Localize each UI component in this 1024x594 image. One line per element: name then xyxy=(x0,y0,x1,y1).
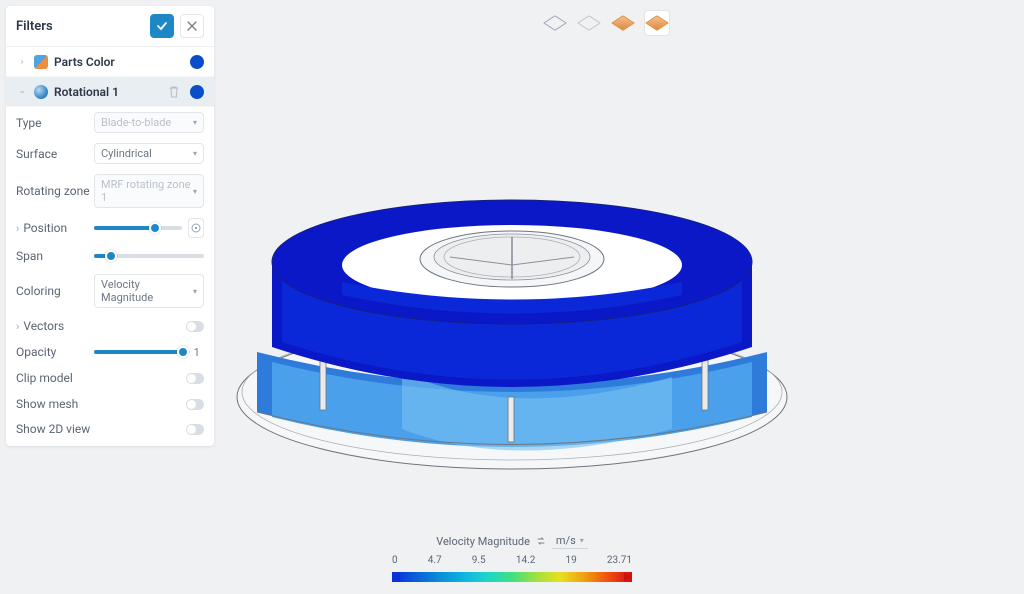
legend-tick: 23.71 xyxy=(607,555,632,566)
select-value: Cylindrical xyxy=(101,147,152,160)
control-vectors: Vectors xyxy=(6,313,214,339)
control-label: Show 2D view xyxy=(16,422,186,436)
filter-item-parts-color[interactable]: › Parts Color xyxy=(6,47,214,77)
control-coloring: Coloring Velocity Magnitude ▾ xyxy=(6,269,214,313)
legend-tick: 19 xyxy=(565,555,576,566)
parts-color-icon xyxy=(34,55,48,69)
legend-unit-select[interactable]: m/s ▾ xyxy=(552,533,588,549)
surface-select[interactable]: Cylindrical ▾ xyxy=(94,143,204,164)
color-legend: Velocity Magnitude m/s ▾ 0 4.7 9.5 14.2 … xyxy=(392,533,632,582)
color-dot[interactable] xyxy=(190,85,204,99)
control-label[interactable]: Position xyxy=(16,221,94,235)
close-icon xyxy=(187,21,197,31)
type-select[interactable]: Blade-to-blade ▾ xyxy=(94,112,204,133)
legend-tick: 14.2 xyxy=(516,555,536,566)
show-mesh-toggle[interactable] xyxy=(186,399,204,410)
filters-panel-header: Filters xyxy=(6,6,214,47)
select-value: Velocity Magnitude xyxy=(101,278,193,304)
rotational-icon xyxy=(34,85,48,99)
control-label: Coloring xyxy=(16,284,94,298)
select-value: MRF rotating zone 1 xyxy=(101,178,193,204)
control-rotating-zone: Rotating zone MRF rotating zone 1 ▾ xyxy=(6,169,214,213)
control-surface: Surface Cylindrical ▾ xyxy=(6,138,214,169)
legend-title: Velocity Magnitude xyxy=(436,535,530,548)
control-opacity: Opacity 1 xyxy=(6,339,214,365)
filter-item-label: Rotational 1 xyxy=(54,85,168,99)
rotating-zone-select[interactable]: MRF rotating zone 1 ▾ xyxy=(94,174,204,208)
close-panel-button[interactable] xyxy=(180,14,204,38)
show-2d-toggle[interactable] xyxy=(186,424,204,435)
control-show-2d: Show 2D view xyxy=(6,417,214,446)
control-label: Span xyxy=(16,249,94,263)
chevron-down-icon: ▾ xyxy=(580,536,584,545)
chevron-down-icon: › xyxy=(17,86,27,98)
legend-ticks: 0 4.7 9.5 14.2 19 23.71 xyxy=(392,555,632,566)
chevron-down-icon: ▾ xyxy=(193,287,197,296)
control-type: Type Blade-to-blade ▾ xyxy=(6,107,214,138)
filters-panel-title: Filters xyxy=(16,19,144,34)
control-label: Opacity xyxy=(16,345,94,359)
filter-item-rotational[interactable]: › Rotational 1 xyxy=(6,77,214,107)
control-label: Surface xyxy=(16,147,94,161)
control-label: Clip model xyxy=(16,371,186,385)
legend-color-bar xyxy=(392,572,632,582)
chevron-down-icon: ▾ xyxy=(193,149,197,158)
position-slider[interactable] xyxy=(94,226,182,230)
chevron-down-icon: ▾ xyxy=(193,187,197,196)
legend-tick: 9.5 xyxy=(472,555,486,566)
control-label: Type xyxy=(16,116,94,130)
view-textured-edges-button[interactable] xyxy=(644,10,670,36)
delete-filter-button[interactable] xyxy=(168,85,182,99)
control-label: Show mesh xyxy=(16,397,186,411)
target-icon xyxy=(190,222,202,234)
check-icon xyxy=(156,20,168,32)
coloring-select[interactable]: Velocity Magnitude ▾ xyxy=(94,274,204,308)
trash-icon xyxy=(168,85,180,98)
span-slider[interactable] xyxy=(94,254,204,258)
pick-position-button[interactable] xyxy=(188,218,204,238)
view-textured-button[interactable] xyxy=(610,10,636,36)
chevron-right-icon: › xyxy=(16,57,28,67)
apply-filters-button[interactable] xyxy=(150,14,174,38)
control-show-mesh: Show mesh xyxy=(6,391,214,417)
control-position: Position xyxy=(6,213,214,243)
legend-tick: 4.7 xyxy=(428,555,442,566)
control-span: Span xyxy=(6,243,214,269)
color-dot[interactable] xyxy=(190,55,204,69)
select-value: Blade-to-blade xyxy=(101,116,171,129)
model-render xyxy=(202,117,822,477)
legend-tick: 0 xyxy=(392,555,398,566)
filters-panel: Filters › Parts Color › Rotational 1 Typ… xyxy=(6,6,214,446)
vectors-toggle[interactable] xyxy=(186,321,204,332)
opacity-slider[interactable] xyxy=(94,350,183,354)
view-shaded-button[interactable] xyxy=(576,10,602,36)
opacity-value: 1 xyxy=(189,346,204,359)
control-clip-model: Clip model xyxy=(6,365,214,391)
swap-icon[interactable] xyxy=(536,536,546,546)
clip-model-toggle[interactable] xyxy=(186,373,204,384)
chevron-down-icon: ▾ xyxy=(193,118,197,127)
legend-unit: m/s xyxy=(556,534,576,547)
view-mode-toolbar xyxy=(542,10,670,36)
control-label[interactable]: Vectors xyxy=(16,319,94,333)
view-wireframe-button[interactable] xyxy=(542,10,568,36)
control-label: Rotating zone xyxy=(16,184,94,198)
filter-item-label: Parts Color xyxy=(54,55,190,69)
